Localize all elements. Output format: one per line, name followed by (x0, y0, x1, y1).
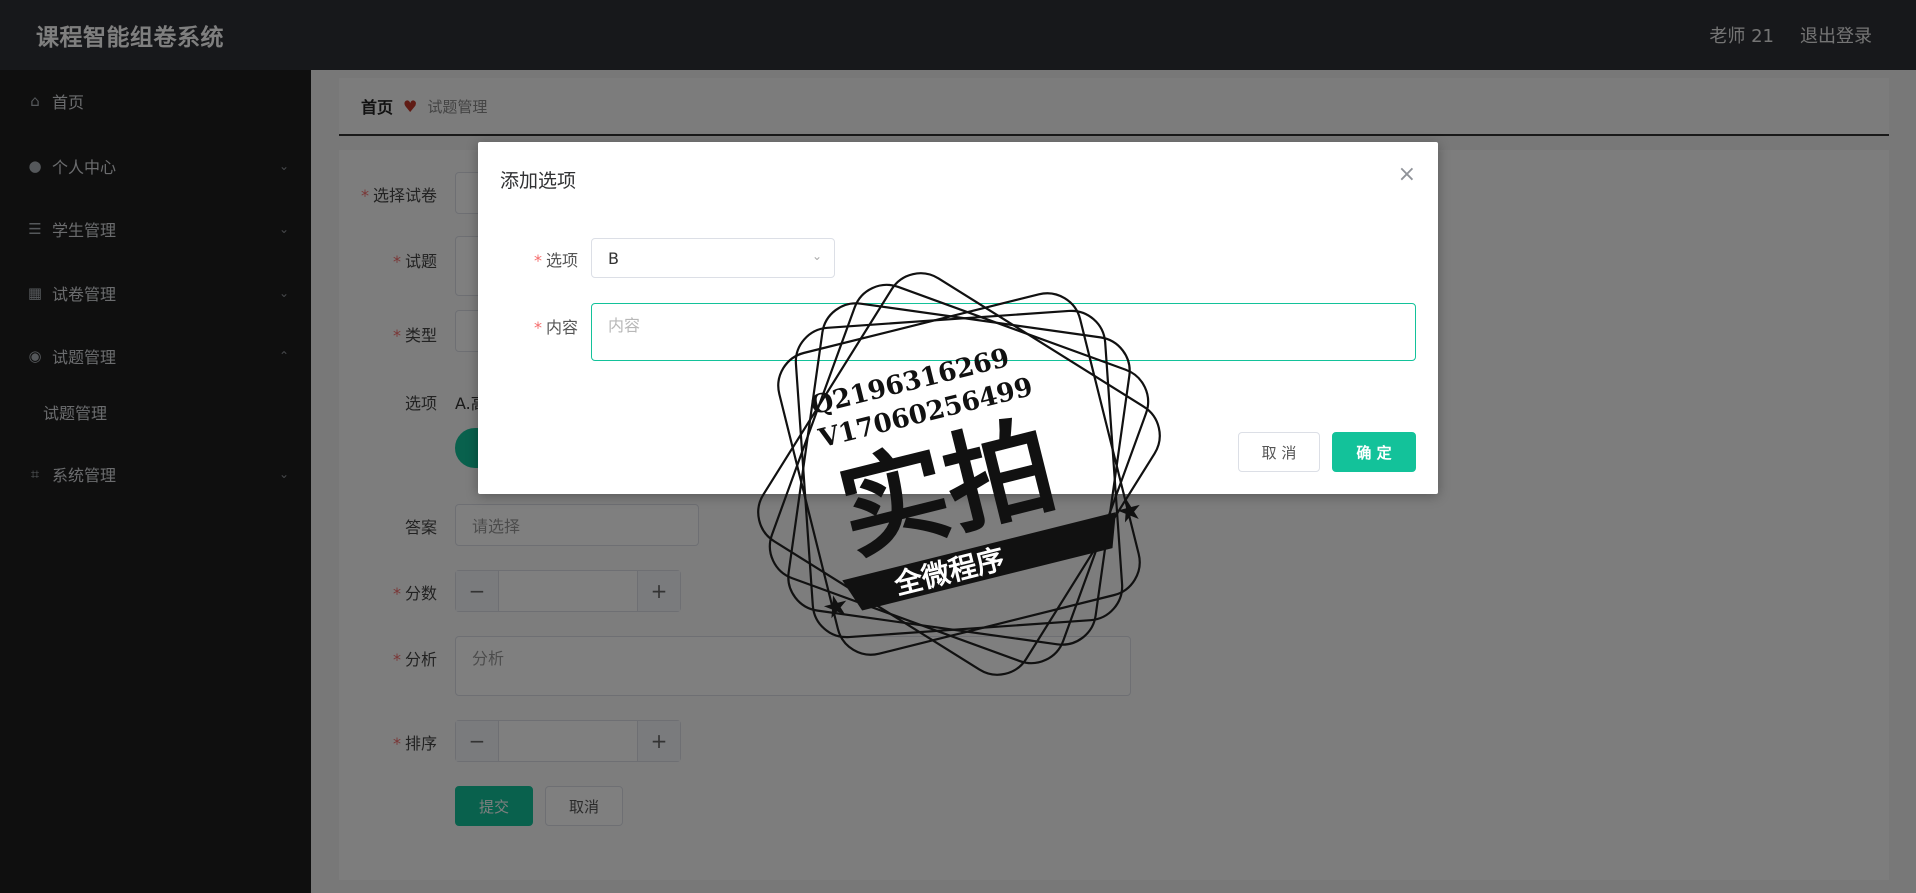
option-label: * 选项 (533, 251, 578, 270)
dialog-confirm-button[interactable]: 确 定 (1332, 432, 1416, 472)
content-label: * 内容 (533, 318, 578, 337)
add-option-dialog: 添加选项 × *选项 B ⌄ *内容 取 消 确 定 (478, 142, 1438, 494)
dialog-title: 添加选项 (500, 170, 577, 192)
dialog-cancel-button[interactable]: 取 消 (1238, 432, 1320, 472)
chevron-down-icon: ⌄ (811, 249, 822, 263)
close-icon[interactable]: × (1398, 162, 1416, 187)
option-select[interactable]: B ⌄ (591, 238, 835, 278)
content-textarea[interactable] (591, 303, 1416, 361)
